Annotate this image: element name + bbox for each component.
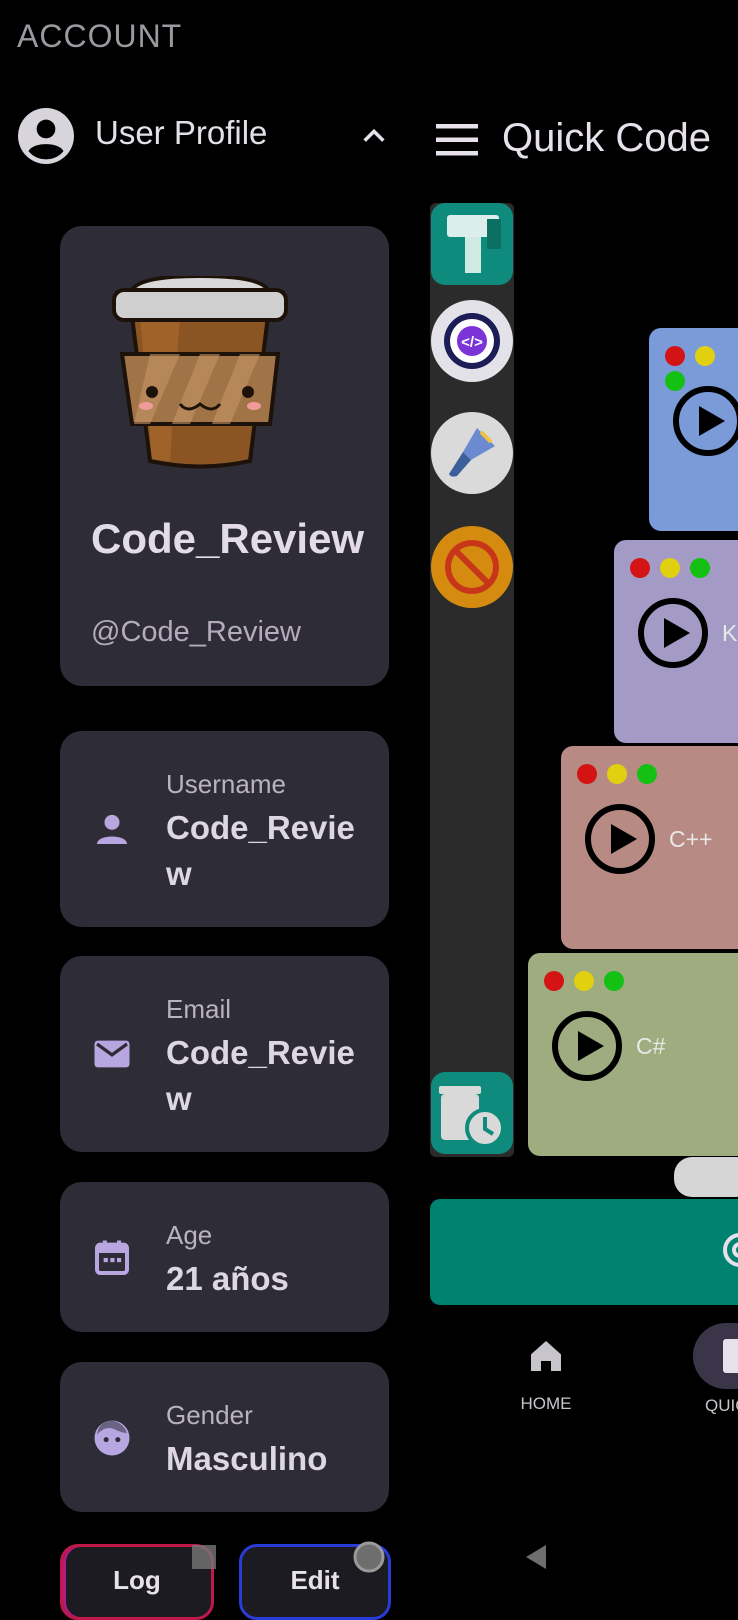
language-card[interactable]	[649, 328, 738, 531]
hamburger-icon[interactable]	[436, 122, 478, 158]
profile-card: Code_Review @Code_Review	[60, 226, 389, 686]
nav-home-label: HOME	[520, 1394, 572, 1413]
hammer-icon[interactable]	[431, 203, 513, 285]
language-name: C#	[636, 1033, 666, 1059]
play-icon[interactable]	[671, 384, 738, 458]
language-card[interactable]: C#	[528, 953, 738, 1156]
run-button[interactable]	[430, 1199, 738, 1305]
play-icon[interactable]	[583, 802, 657, 876]
logout-button[interactable]: Log	[60, 1544, 214, 1620]
language-name: Ko	[722, 620, 738, 646]
account-circle-icon	[18, 108, 74, 164]
gender-label: Gender	[166, 1400, 253, 1430]
target-icon	[723, 1233, 738, 1267]
app-title: Quick Code	[502, 116, 711, 160]
display-name: Code_Review	[91, 515, 365, 562]
system-recent-apps-icon[interactable]	[192, 1545, 216, 1569]
drawer-title: ACCOUNT	[17, 18, 183, 54]
trash-clock-icon[interactable]	[431, 1072, 513, 1154]
email-value: Code_Review	[166, 1034, 355, 1117]
language-card[interactable]: C++	[561, 746, 738, 949]
pager-indicator	[674, 1157, 738, 1197]
svg-text:</>: </>	[461, 334, 483, 351]
user-profile-row[interactable]: User Profile	[18, 104, 388, 170]
nav-quick-code[interactable]	[693, 1323, 738, 1389]
chevron-up-icon[interactable]	[360, 122, 388, 150]
logout-button-label: Log	[113, 1565, 161, 1595]
username-value: Code_Review	[166, 809, 355, 892]
system-back-icon[interactable]	[522, 1543, 548, 1571]
calendar-icon	[95, 1240, 129, 1275]
block-icon[interactable]	[431, 526, 513, 608]
system-home-icon[interactable]	[352, 1540, 386, 1574]
gender-value: Masculino	[166, 1440, 328, 1477]
person-icon	[97, 814, 127, 844]
language-card[interactable]: Ko	[614, 540, 738, 743]
username-card: Username Code_Review	[60, 731, 389, 927]
age-value: 21 años	[166, 1260, 289, 1297]
gender-card: Gender Masculino	[60, 1362, 389, 1512]
home-icon	[531, 1341, 561, 1371]
age-label: Age	[166, 1220, 213, 1250]
email-label: Email	[166, 994, 232, 1024]
nav-home[interactable]: HOME	[506, 1336, 586, 1416]
age-card: Age 21 años	[60, 1182, 389, 1332]
nav-quick-label: QUIC	[705, 1396, 738, 1415]
quick-code-icon	[723, 1339, 738, 1373]
profile-handle: @Code_Review	[91, 616, 301, 648]
face-icon	[94, 1420, 130, 1456]
code-gear-icon[interactable]: </>	[431, 300, 513, 382]
play-icon[interactable]	[636, 596, 710, 670]
play-icon[interactable]	[550, 1009, 624, 1083]
user-profile-label: User Profile	[95, 114, 268, 151]
mail-icon	[94, 1040, 130, 1068]
username-label: Username	[166, 769, 286, 799]
coffee-cup-avatar	[112, 276, 288, 469]
email-card: Email Code_Review	[60, 956, 389, 1152]
language-name: C++	[669, 826, 713, 852]
brush-icon[interactable]	[431, 412, 513, 494]
